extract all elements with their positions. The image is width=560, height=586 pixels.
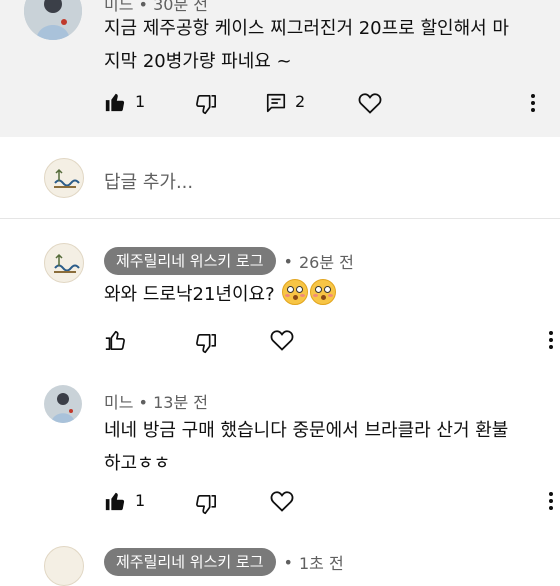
avatar[interactable] <box>44 546 84 586</box>
dot-separator: • <box>283 552 293 572</box>
avatar[interactable] <box>44 243 84 283</box>
heart-icon[interactable] <box>270 490 294 512</box>
heart-icon[interactable] <box>270 329 294 351</box>
like-count: 1 <box>135 491 146 510</box>
dot-separator: • <box>283 251 293 271</box>
author-chip[interactable]: 제주릴리네 위스키 로그 <box>104 548 276 576</box>
more-options-icon[interactable] <box>531 91 537 115</box>
comment-text: 와와 드로낙21년이요? <box>104 278 337 311</box>
comment-text: 지금 제주공항 케이스 찌그러진거 20프로 할인해서 마지막 20병가량 파네… <box>104 18 509 72</box>
dislike-icon[interactable] <box>195 94 217 116</box>
comment-icon[interactable] <box>265 92 287 114</box>
author-chip[interactable]: 제주릴리네 위스키 로그 <box>104 247 276 275</box>
dislike-icon[interactable] <box>195 494 217 516</box>
more-options-icon[interactable] <box>549 489 555 513</box>
reply-input[interactable]: 답글 추가... <box>104 168 193 194</box>
comment-text-line: 하고ㅎㅎ <box>104 453 171 474</box>
comment-text: 네네 방금 구매 했습니다 중문에서 브라클라 산거 환불 하고ㅎㅎ <box>104 414 544 480</box>
comment-text-content: 와와 드로낙21년이요? <box>104 284 275 305</box>
heart-icon[interactable] <box>358 92 382 114</box>
comment-time[interactable]: 26분 전 <box>299 249 354 273</box>
dot-separator: • <box>138 393 154 412</box>
comment-text-line: 네네 방금 구매 했습니다 중문에서 브라클라 산거 환불 <box>104 420 509 441</box>
avatar[interactable] <box>44 385 82 423</box>
comment-meta: 제주릴리네 위스키 로그 • 26분 전 <box>104 247 354 275</box>
comment-time[interactable]: 1초 전 <box>299 550 344 574</box>
comment-time[interactable]: 13분 전 <box>153 393 208 412</box>
author-name[interactable]: 미느 <box>104 393 133 412</box>
like-filled-icon[interactable] <box>104 91 126 113</box>
flushed-face-emoji <box>310 279 337 305</box>
my-avatar <box>44 158 84 198</box>
divider <box>0 218 560 219</box>
comment-meta: 제주릴리네 위스키 로그 • 1초 전 <box>104 548 344 576</box>
comment-meta: 미느 • 13분 전 <box>104 389 208 413</box>
reply-count: 2 <box>295 92 306 111</box>
flushed-face-emoji <box>282 279 309 305</box>
like-filled-icon[interactable] <box>104 490 126 512</box>
like-count: 1 <box>135 92 146 111</box>
dislike-icon[interactable] <box>195 333 217 355</box>
like-icon[interactable] <box>104 329 126 351</box>
more-options-icon[interactable] <box>549 328 555 352</box>
